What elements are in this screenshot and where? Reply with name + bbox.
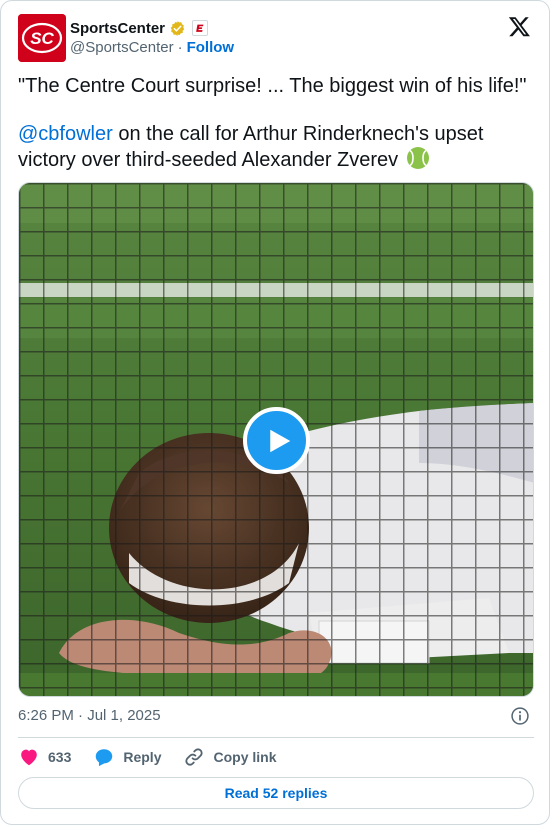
x-logo-icon[interactable]: [508, 15, 531, 38]
tweet-quote-line: "The Centre Court surprise! ... The bigg…: [18, 75, 527, 97]
mention-link[interactable]: @cbfowler: [18, 123, 113, 145]
avatar[interactable]: SC: [18, 14, 66, 62]
copy-link-label: Copy link: [213, 749, 277, 765]
copy-link-button[interactable]: Copy link: [183, 746, 277, 768]
author-handle[interactable]: @SportsCenter: [70, 39, 174, 56]
like-button[interactable]: 633: [18, 746, 71, 768]
play-icon: [270, 429, 291, 452]
author-name-row: SportsCenter: [70, 18, 209, 38]
reply-bubble-icon: [96, 749, 113, 767]
espn-affiliate-badge-icon[interactable]: [192, 20, 209, 36]
heart-icon: [21, 749, 37, 766]
reply-button[interactable]: Reply: [93, 746, 161, 768]
reply-label: Reply: [123, 749, 162, 765]
tennis-ball-icon: [406, 147, 429, 169]
author-handle-row: @SportsCenter · Follow: [70, 39, 234, 56]
link-icon: [185, 748, 204, 766]
video-player[interactable]: [18, 182, 534, 697]
tweet-actions: 633 Reply Copy link: [18, 745, 299, 769]
author-display-name[interactable]: SportsCenter: [70, 20, 165, 37]
separator-dot: ·: [177, 39, 183, 56]
like-count: 633: [48, 749, 72, 765]
tweet-embed-card: SC SportsCenter @SportsCenter · Follow "…: [0, 0, 550, 825]
follow-button[interactable]: Follow: [187, 39, 235, 56]
divider: [18, 737, 534, 738]
read-replies-button[interactable]: Read 52 replies: [18, 777, 534, 809]
sportscenter-logo-icon: SC: [18, 14, 66, 62]
play-button[interactable]: [243, 407, 310, 474]
info-icon[interactable]: [510, 706, 530, 726]
svg-text:SC: SC: [30, 29, 54, 48]
tweet-text: "The Centre Court surprise! ... The bigg…: [18, 74, 538, 172]
tweet-timestamp[interactable]: 6:26 PM · Jul 1, 2025: [18, 707, 161, 724]
verified-badge-icon: [170, 20, 185, 36]
